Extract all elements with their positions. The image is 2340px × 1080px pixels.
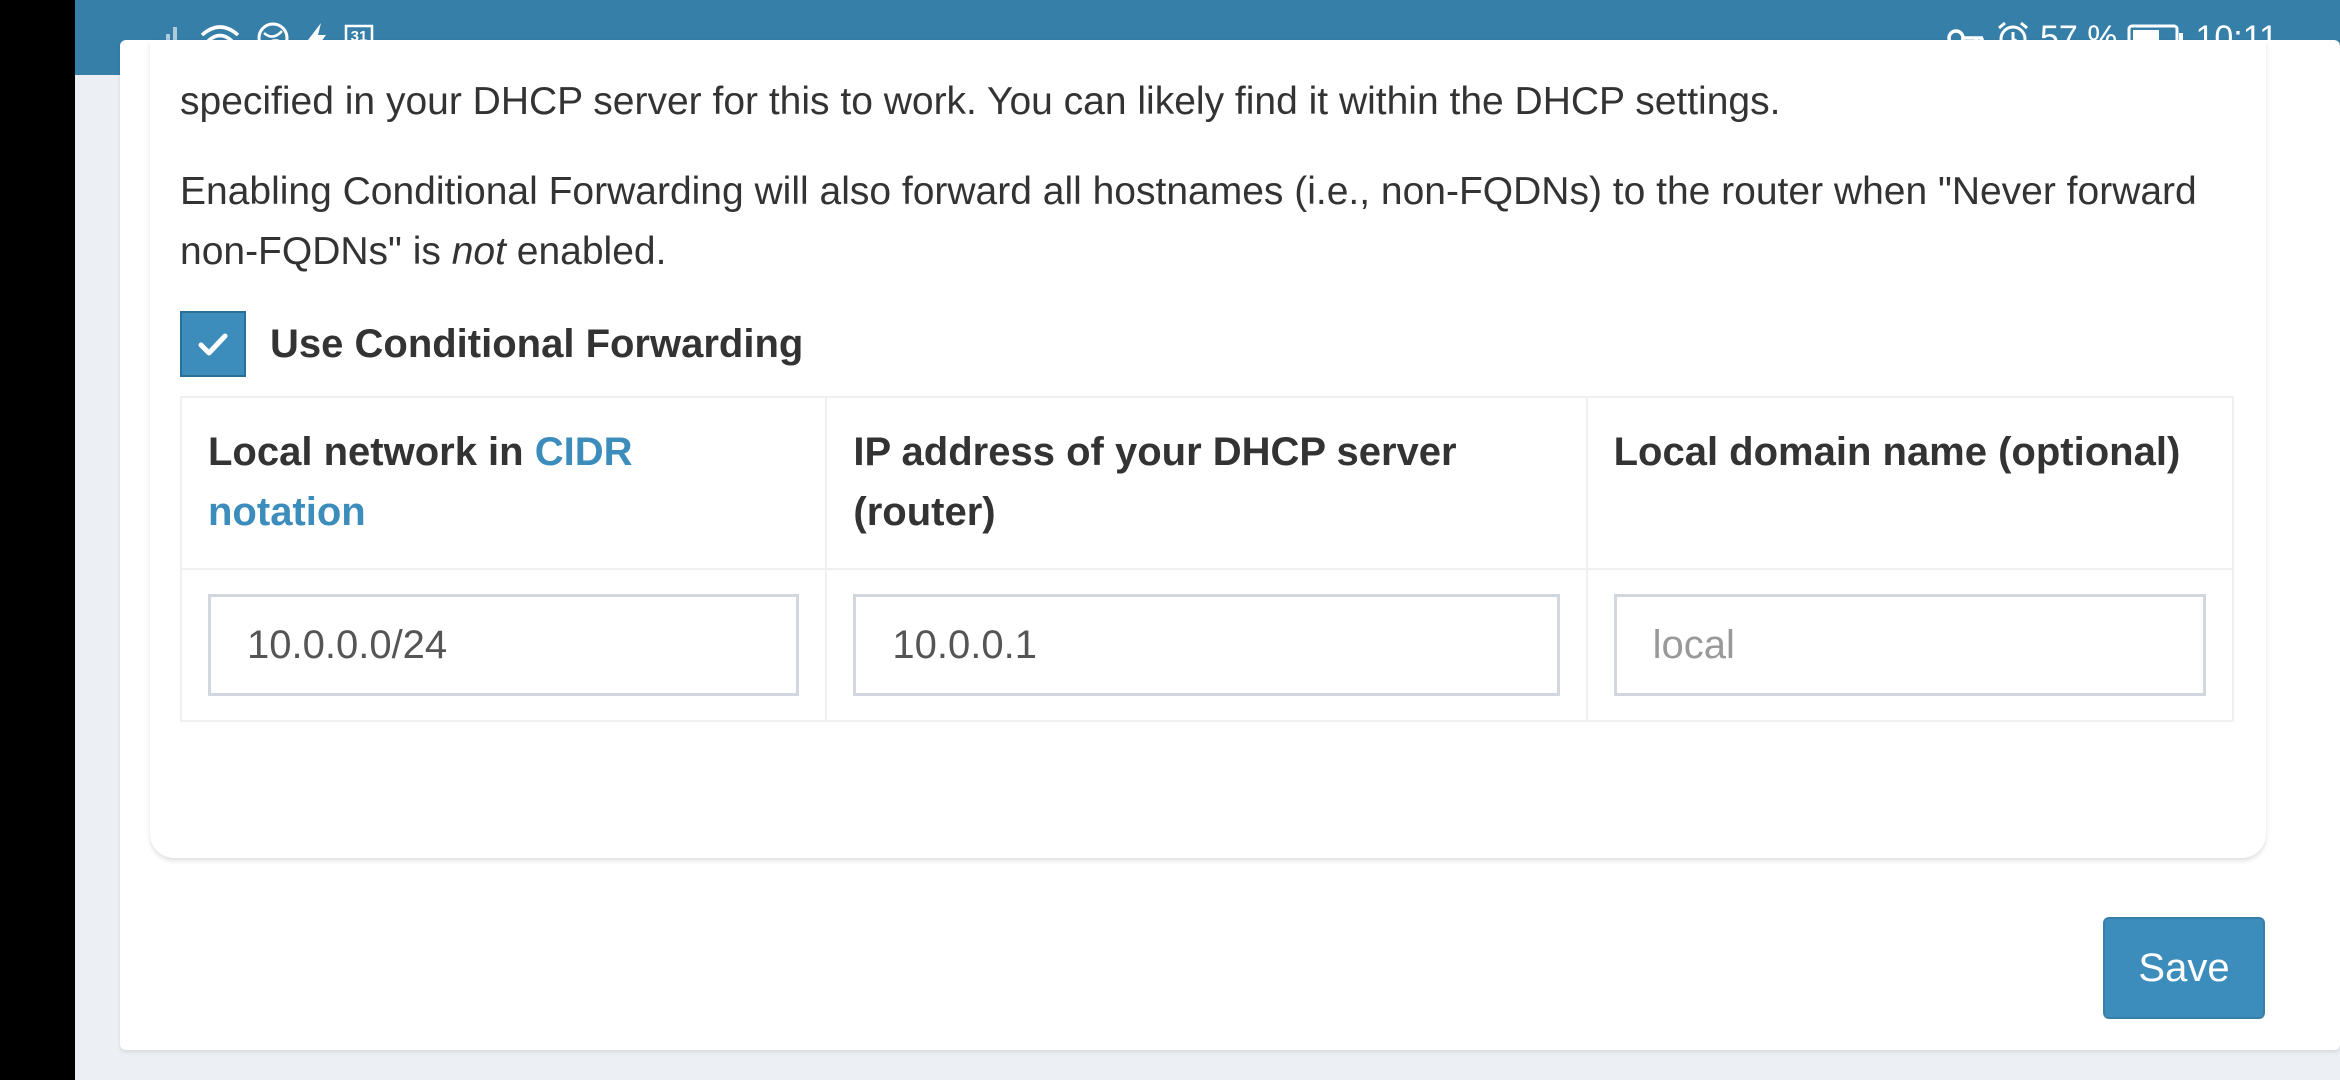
- local-network-input[interactable]: [208, 594, 800, 696]
- dhcp-note-text: specified in your DHCP server for this t…: [180, 72, 2240, 132]
- dhcp-server-cell: [825, 568, 1588, 722]
- dhcp-server-header: IP address of your DHCP server (router): [825, 396, 1588, 570]
- dhcp-server-ip-input[interactable]: [853, 594, 1560, 696]
- forwarding-note-text: Enabling Conditional Forwarding will als…: [180, 162, 2240, 282]
- table-row: [179, 568, 2235, 722]
- local-domain-header: Local domain name (optional): [1585, 396, 2235, 570]
- paragraph-2-end: enabled.: [505, 230, 667, 273]
- local-network-header-text: Local network in: [208, 430, 535, 474]
- conditional-forwarding-table: Local network in CIDR notation IP addres…: [179, 396, 2235, 722]
- local-network-header: Local network in CIDR notation: [179, 396, 828, 570]
- local-domain-input[interactable]: [1613, 594, 2206, 696]
- local-domain-cell: [1585, 568, 2235, 722]
- table-header-row: Local network in CIDR notation IP addres…: [179, 396, 2235, 570]
- save-button[interactable]: Save: [2103, 917, 2265, 1019]
- local-network-cell: [179, 568, 828, 722]
- conditional-forwarding-checkbox[interactable]: [180, 311, 246, 377]
- conditional-forwarding-option[interactable]: Use Conditional Forwarding: [180, 311, 803, 377]
- paragraph-1: specified in your DHCP server for this t…: [180, 80, 1781, 123]
- paragraph-2-emphasis: not: [451, 230, 506, 273]
- checkmark-icon: [198, 333, 228, 356]
- screen-edge-bar: [0, 0, 75, 1080]
- conditional-forwarding-label[interactable]: Use Conditional Forwarding: [270, 322, 803, 367]
